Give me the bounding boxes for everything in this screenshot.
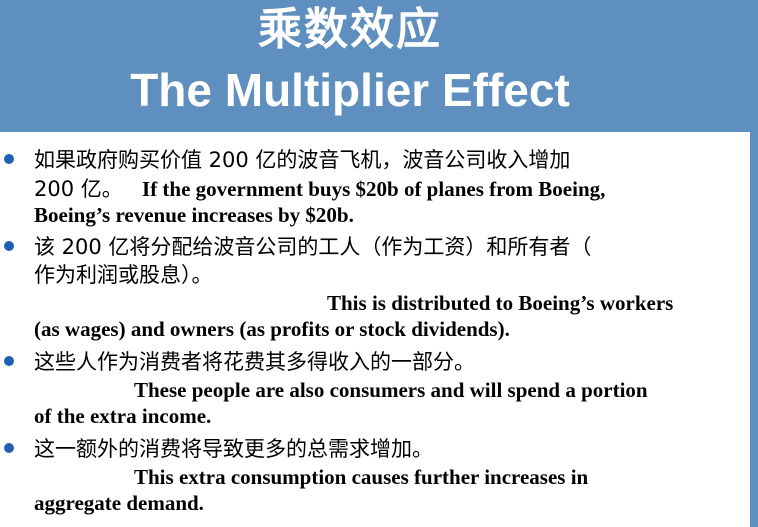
right-edge-bar xyxy=(750,132,758,527)
bullet-3-chinese-line-1: 这些人作为消费者将花费其多得收入的一部分。 xyxy=(34,350,475,374)
bullet-2-english-line-1: This is distributed to Boeing’s workers xyxy=(327,291,674,315)
slide: 乘数效应 The Multiplier Effect 如果政府购买价值 200 … xyxy=(0,0,758,527)
bullet-2-chinese-line-2: 作为利润或股息）。 xyxy=(34,263,213,287)
slide-title-english: The Multiplier Effect xyxy=(130,64,570,116)
bullet-4-english-line-1: This extra consumption causes further in… xyxy=(134,465,589,489)
bullet-1-line-2: 200 亿。 If the government buys $20b of pl… xyxy=(34,176,605,202)
bullet-4-chinese-line-1: 这一额外的消费将导致更多的总需求增加。 xyxy=(34,437,433,461)
bullet-1-english-line-2: Boeing’s revenue increases by $20b. xyxy=(34,203,354,227)
bullet-dot-icon xyxy=(4,241,14,251)
bullet-1-chinese-line-1: 如果政府购买价值 200 亿的波音飞机，波音公司收入增加 xyxy=(34,148,571,172)
bullet-2-chinese-line-1: 该 200 亿将分配给波音公司的工人（作为工资）和所有者（ xyxy=(34,235,592,259)
bullet-3-english-line-2: of the extra income. xyxy=(34,404,212,428)
title-banner: 乘数效应 The Multiplier Effect xyxy=(0,0,758,132)
bullet-3-english-line-1: These people are also consumers and will… xyxy=(134,378,648,402)
slide-title-chinese: 乘数效应 xyxy=(258,4,442,55)
bullet-1-english-line-1: If the government buys $20b of planes fr… xyxy=(142,177,606,201)
bullet-dot-icon xyxy=(4,443,14,453)
bullet-dot-icon xyxy=(4,356,14,366)
bullet-1-chinese-line-2: 200 亿。 xyxy=(34,177,123,201)
bullet-2-english-line-2: (as wages) and owners (as profits or sto… xyxy=(34,317,510,341)
bullet-4-english-line-2: aggregate demand. xyxy=(34,491,204,515)
bullet-dot-icon xyxy=(4,154,14,164)
